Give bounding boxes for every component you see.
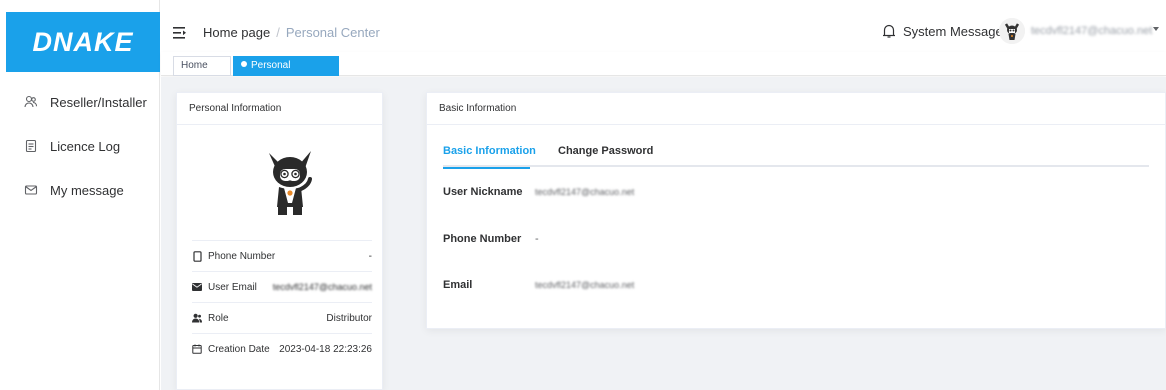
- bell-icon: [883, 24, 895, 38]
- sidebar-item-my-message[interactable]: My message: [0, 168, 160, 212]
- message-icon: [24, 183, 38, 197]
- sidebar-item-label: Licence Log: [50, 138, 121, 154]
- card-title: Personal Information: [177, 93, 382, 125]
- field-value: tecdvfl2147@chacuo.net: [535, 187, 635, 197]
- tags-view-bar: Home page Personal Center×: [161, 52, 1166, 90]
- list-item-creation-date: Creation Date 2023-04-18 22:23:26: [192, 333, 372, 364]
- username-label[interactable]: tecdvfl2147@chacuo.net: [1031, 25, 1152, 37]
- document-icon: [24, 139, 38, 153]
- basic-information-card: Basic Information Basic Information Chan…: [426, 92, 1166, 329]
- row-label: User Email: [208, 281, 257, 293]
- hamburger-icon[interactable]: [173, 26, 187, 39]
- row-label: Creation Date: [208, 343, 270, 355]
- breadcrumb-separator: /: [276, 25, 280, 40]
- list-item-email: User Email tecdvfl2147@chacuo.net: [192, 271, 372, 302]
- row-value: 2023-04-18 22:23:26: [279, 343, 372, 355]
- sidebar-item-label: My message: [50, 182, 124, 198]
- card-title: Basic Information: [427, 93, 1165, 125]
- system-message-label: System Message: [903, 23, 1003, 39]
- sidebar-item-reseller-installer[interactable]: Reseller/Installer: [0, 80, 160, 124]
- logo-text: DNAKE: [32, 26, 134, 57]
- system-message-button[interactable]: System Message: [881, 23, 1003, 39]
- breadcrumb-current: Personal Center: [285, 25, 380, 40]
- dog-avatar-image: [261, 145, 319, 217]
- tag-home-page[interactable]: Home page: [173, 56, 231, 89]
- field-label: Phone Number: [443, 233, 522, 245]
- breadcrumb-home[interactable]: Home page: [203, 25, 270, 40]
- active-dot-icon: [241, 61, 247, 67]
- phone-icon: [192, 250, 202, 262]
- field-email: Email tecdvfl2147@chacuo.net: [443, 279, 634, 291]
- top-header: Home page / Personal Center System Message…: [161, 0, 1166, 52]
- sidebar-nav: Reseller/Installer Licence Log My messag…: [0, 80, 160, 212]
- row-label: Role: [208, 312, 229, 324]
- app-root: DNAKE Reseller/Installer Licence Log My …: [0, 0, 1166, 390]
- row-value: tecdvfl2147@chacuo.net: [272, 282, 372, 292]
- field-label: User Nickname: [443, 186, 523, 198]
- sidebar-item-licence-log[interactable]: Licence Log: [0, 124, 160, 168]
- breadcrumb: Home page / Personal Center: [203, 25, 380, 40]
- tab-change-password[interactable]: Change Password: [558, 145, 653, 167]
- avatar[interactable]: [999, 18, 1025, 44]
- field-value: tecdvfl2147@chacuo.net: [535, 280, 635, 290]
- tab-basic-information[interactable]: Basic Information: [443, 145, 536, 169]
- personal-info-list: Phone Number - User Email tecdvfl2147@ch…: [192, 240, 372, 364]
- user-role-icon: [192, 313, 202, 323]
- logo[interactable]: DNAKE: [6, 12, 160, 72]
- field-value: -: [535, 233, 539, 245]
- personal-information-card: Personal Information Phone Number - User…: [176, 92, 383, 390]
- field-label: Email: [443, 279, 473, 291]
- users-icon: [24, 95, 38, 109]
- row-label: Phone Number: [208, 250, 276, 262]
- mail-icon: [192, 282, 202, 292]
- list-item-phone: Phone Number -: [192, 240, 372, 271]
- sidebar-item-label: Reseller/Installer: [50, 94, 147, 110]
- main-content: Personal Information Phone Number - User…: [161, 77, 1166, 390]
- row-value: Distributor: [326, 312, 372, 324]
- field-user-nickname: User Nickname tecdvfl2147@chacuo.net: [443, 186, 634, 198]
- row-value: -: [368, 250, 372, 262]
- tab-bar: Basic Information Change Password: [443, 145, 1149, 169]
- calendar-icon: [192, 344, 202, 354]
- field-phone-number: Phone Number -: [443, 233, 539, 245]
- chevron-down-icon[interactable]: [1153, 27, 1159, 31]
- sidebar: DNAKE Reseller/Installer Licence Log My …: [0, 0, 160, 390]
- list-item-role: Role Distributor: [192, 302, 372, 333]
- tag-personal-center[interactable]: Personal Center×: [233, 56, 339, 90]
